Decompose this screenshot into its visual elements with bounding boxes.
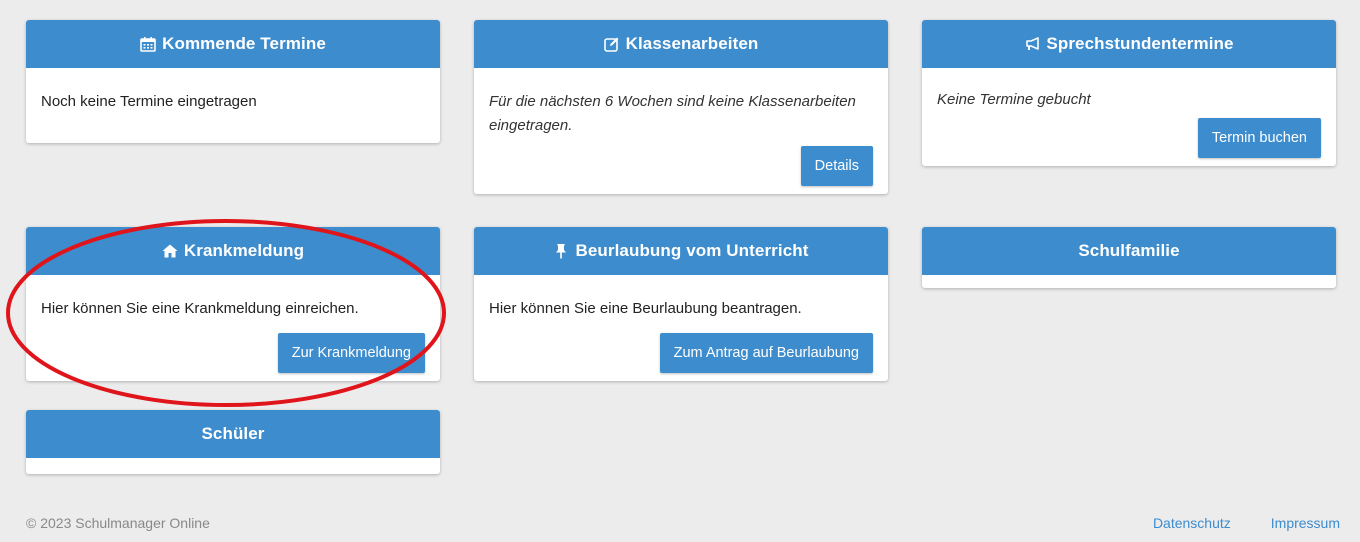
card-kommende-termine: Kommende Termine Noch keine Termine eing… xyxy=(26,20,440,143)
megaphone-icon xyxy=(1024,36,1040,52)
card-header: Sprechstundentermine xyxy=(922,20,1336,68)
card-schueler: Schüler xyxy=(26,410,440,474)
card-header: Beurlaubung vom Unterricht xyxy=(474,227,888,275)
card-beurlaubung: Beurlaubung vom Unterricht Hier können S… xyxy=(474,227,888,381)
card-title: Kommende Termine xyxy=(162,34,326,53)
card-header[interactable]: Schulfamilie xyxy=(922,227,1336,275)
details-button[interactable]: Details xyxy=(800,146,873,186)
footer-links: Datenschutz Impressum xyxy=(1153,515,1340,531)
card-header: Kommende Termine xyxy=(26,20,440,68)
card-text: Noch keine Termine eingetragen xyxy=(41,93,257,110)
home-icon xyxy=(162,243,178,259)
calendar-icon xyxy=(140,36,156,52)
antrag-beurlaubung-button[interactable]: Zum Antrag auf Beurlaubung xyxy=(659,333,873,373)
copyright: © 2023 Schulmanager Online xyxy=(26,515,210,531)
card-title: Klassenarbeiten xyxy=(625,34,759,53)
impressum-link[interactable]: Impressum xyxy=(1271,515,1340,531)
card-krankmeldung: Krankmeldung Hier können Sie eine Krankm… xyxy=(26,227,440,381)
card-sprechstundentermine: Sprechstundentermine Keine Termine gebuc… xyxy=(922,20,1336,166)
card-header: Krankmeldung xyxy=(26,227,440,275)
card-schulfamilie: Schulfamilie xyxy=(922,227,1336,288)
datenschutz-link[interactable]: Datenschutz xyxy=(1153,515,1231,531)
termin-buchen-button[interactable]: Termin buchen xyxy=(1197,118,1321,158)
card-klassenarbeiten: Klassenarbeiten Für die nächsten 6 Woche… xyxy=(474,20,888,194)
card-title: Schulfamilie xyxy=(1078,241,1180,260)
dashboard-page: Kommende Termine Noch keine Termine eing… xyxy=(0,0,1360,542)
card-text: Keine Termine gebucht xyxy=(937,91,1091,108)
card-text: Hier können Sie eine Krankmeldung einrei… xyxy=(41,300,359,317)
pushpin-icon xyxy=(553,243,569,259)
card-title: Beurlaubung vom Unterricht xyxy=(575,241,809,260)
card-text: Für die nächsten 6 Wochen sind keine Kla… xyxy=(489,93,856,134)
card-text: Hier können Sie eine Beurlaubung beantra… xyxy=(489,300,802,317)
zur-krankmeldung-button[interactable]: Zur Krankmeldung xyxy=(277,333,425,373)
card-header: Klassenarbeiten xyxy=(474,20,888,68)
card-title: Krankmeldung xyxy=(183,241,305,260)
card-title: Schüler xyxy=(201,424,265,443)
edit-icon xyxy=(603,36,620,52)
card-header[interactable]: Schüler xyxy=(26,410,440,458)
card-title: Sprechstundentermine xyxy=(1046,34,1234,53)
